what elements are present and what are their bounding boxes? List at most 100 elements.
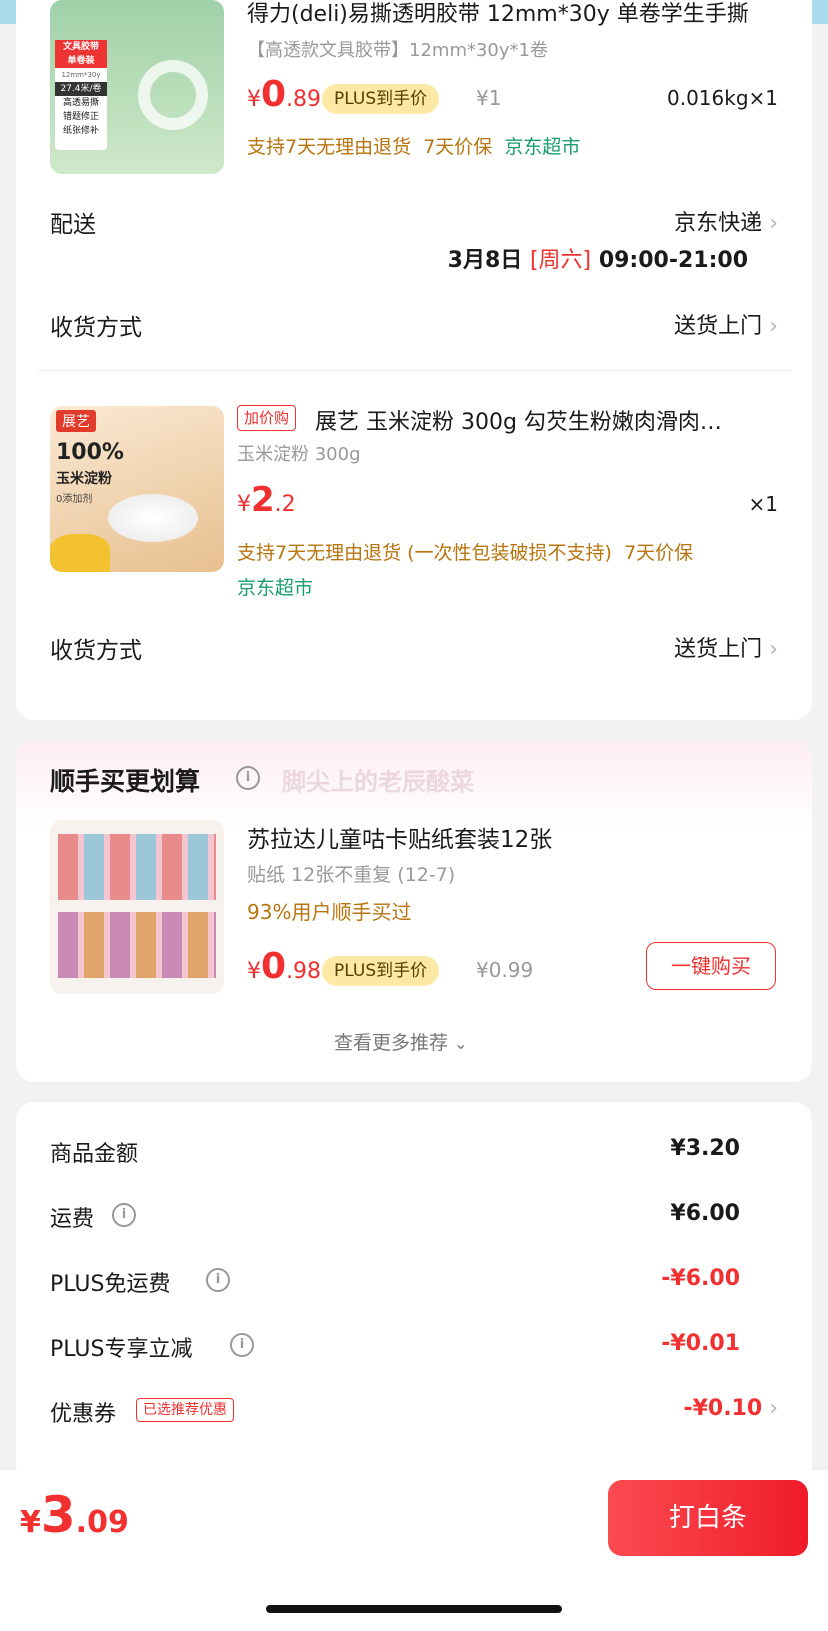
receive-method-value[interactable]: 送货上门 › (674, 308, 778, 340)
tape-label-line: 纸张修补 (62, 126, 99, 136)
original-price: ¥1 (476, 86, 502, 110)
price-protect: 7天价保 (423, 136, 493, 158)
receive-method-label: 收货方式 (50, 315, 142, 341)
info-icon[interactable]: i (236, 766, 260, 790)
tape-label-line: 错题修正 (62, 112, 99, 122)
return-policy: 支持7天无理由退货 (247, 136, 412, 158)
total-symbol: ¥ (20, 1505, 41, 1540)
add-on-purchase-tag: 加价购 (237, 405, 297, 431)
price-summary-card: 商品金额 ¥3.20 运费 i ¥6.00 PLUS免运费 i -¥6.00 P… (16, 1102, 812, 1482)
delivery-date: 3月8日 (447, 248, 523, 273)
tape-label-line: 12mm*30y (61, 71, 101, 79)
price-decimal: .98 (286, 959, 322, 984)
tape-label-line: 27.4米/卷 (55, 82, 107, 96)
info-icon[interactable]: i (230, 1333, 254, 1357)
thumb-name: 玉米淀粉 (56, 471, 112, 487)
info-icon[interactable]: i (206, 1268, 230, 1292)
tape-label-line: 文具胶带 (55, 40, 107, 54)
coupon-label: 优惠券 (50, 1402, 117, 1427)
receive-method-label: 收货方式 (50, 638, 142, 664)
chevron-down-icon: ⌄ (454, 1034, 468, 1053)
price-symbol: ¥ (247, 959, 261, 984)
chevron-right-icon: › (769, 314, 778, 339)
tape-label-line: 单卷装 (55, 54, 107, 68)
plus-discount-label: PLUS专享立减 (50, 1337, 193, 1362)
item-price: ¥0.89 (247, 74, 321, 115)
store-name: 京东超市 (237, 577, 314, 599)
item-quantity: ×1 (748, 492, 778, 516)
plus-price-badge: PLUS到手价 (322, 956, 440, 986)
home-indicator (266, 1605, 562, 1613)
item-price: ¥2.2 (237, 480, 296, 520)
delivery-time: 3月8日 [周六] 09:00-21:00 (448, 242, 748, 274)
coupon-amount: -¥0.10 (683, 1396, 763, 1421)
store-name: 京东超市 (504, 136, 581, 158)
delivery-label: 配送 (50, 212, 96, 238)
chevron-right-icon: › (769, 211, 778, 236)
price-integer: 2 (251, 480, 275, 520)
product-price: ¥0.98 (247, 946, 321, 987)
item-spec: 玉米淀粉 300g (237, 444, 361, 465)
goods-amount-label: 商品金额 (50, 1142, 139, 1167)
chevron-right-icon: › (769, 1396, 778, 1421)
delivery-carrier[interactable]: 京东快递 › (674, 205, 778, 237)
see-more-recommendations[interactable]: 查看更多推荐 ⌄ (334, 1028, 467, 1055)
see-more-label: 查看更多推荐 (334, 1032, 449, 1054)
delivery-window: 09:00-21:00 (598, 248, 748, 273)
item-title[interactable]: 展艺 玉米淀粉 300g 勾芡生粉嫩肉滑肉… (315, 404, 775, 436)
info-icon[interactable]: i (112, 1203, 136, 1227)
product-thumbnail-stickers[interactable] (50, 820, 224, 994)
watermark-text: 脚尖上的老辰酸菜 (282, 768, 474, 796)
receive-value: 送货上门 (674, 314, 763, 339)
item-spec: 【高透款文具胶带】12mm*30y*1卷 (247, 40, 548, 61)
price-decimal: .2 (274, 492, 296, 517)
total-price: ¥3.09 (20, 1486, 129, 1544)
divider (38, 370, 790, 371)
thumb-sub: 0添加剂 (56, 494, 93, 505)
carrier-name: 京东快递 (674, 211, 763, 236)
weight-quantity: 0.016kg×1 (666, 86, 778, 110)
tape-label-line: 高透易撕 (62, 98, 99, 108)
plus-price-badge: PLUS到手价 (322, 84, 440, 114)
price-decimal: .89 (286, 87, 322, 112)
price-symbol: ¥ (247, 87, 261, 112)
tape-label-card: 文具胶带 单卷装 12mm*30y 27.4米/卷 高透易撕 错题修正 纸张修补 (55, 40, 107, 150)
receive-method-value[interactable]: 送货上门 › (674, 631, 778, 663)
plus-free-shipping-label: PLUS免运费 (50, 1272, 171, 1297)
plus-free-shipping-value: -¥6.00 (661, 1266, 740, 1291)
recommend-header: 顺手买更划算 (50, 767, 201, 796)
delivery-weekday: [周六] (529, 248, 592, 273)
product-title[interactable]: 苏拉达儿童咕卡贴纸套装12张 (247, 820, 552, 854)
one-click-buy-button[interactable]: 一键购买 (646, 942, 776, 990)
return-policy: 支持7天无理由退货 (一次性包装破损不支持) (237, 542, 612, 564)
chevron-right-icon: › (769, 637, 778, 662)
freight-label: 运费 (50, 1207, 95, 1232)
goods-amount-value: ¥3.20 (670, 1136, 740, 1161)
total-integer: 3 (40, 1486, 76, 1544)
thumb-percent: 100% (56, 440, 124, 465)
buy-rate: 93%用户顺手买过 (247, 900, 412, 924)
receive-value: 送货上门 (674, 637, 763, 662)
service-row: 支持7天无理由退货 (一次性包装破损不支持) 7天价保 (237, 538, 693, 565)
freight-value: ¥6.00 (670, 1201, 740, 1226)
coupon-selected-tag: 已选推荐优惠 (136, 1398, 234, 1422)
corn-image (50, 534, 110, 572)
price-protect: 7天价保 (624, 542, 694, 564)
pay-with-baitiao-button[interactable]: 打白条 (608, 1480, 808, 1556)
service-row: 支持7天无理由退货 7天价保 京东超市 (247, 132, 580, 159)
coupon-value[interactable]: -¥0.10 › (683, 1396, 778, 1421)
recommendation-card: 顺手买更划算 i 脚尖上的老辰酸菜 苏拉达儿童咕卡贴纸套装12张 贴纸 12张不… (16, 740, 812, 1082)
plus-discount-value: -¥0.01 (661, 1331, 740, 1356)
item-title[interactable]: 得力(deli)易撕透明胶带 12mm*30y 单卷学生手撕 (247, 0, 767, 28)
price-symbol: ¥ (237, 492, 251, 517)
tape-roll-image (138, 60, 208, 130)
flour-bowl-image (108, 494, 198, 542)
price-integer: 0 (261, 74, 287, 115)
original-price: ¥0.99 (476, 958, 534, 982)
price-integer: 0 (261, 946, 287, 987)
product-spec: 贴纸 12张不重复 (12-7) (247, 864, 456, 886)
product-thumbnail-cornstarch[interactable]: 展艺 100% 玉米淀粉 0添加剂 (50, 406, 224, 572)
sticker-sheet-image (58, 912, 216, 978)
product-thumbnail-tape[interactable]: 文具胶带 单卷装 12mm*30y 27.4米/卷 高透易撕 错题修正 纸张修补 (50, 0, 224, 174)
brand-logo: 展艺 (56, 410, 96, 432)
